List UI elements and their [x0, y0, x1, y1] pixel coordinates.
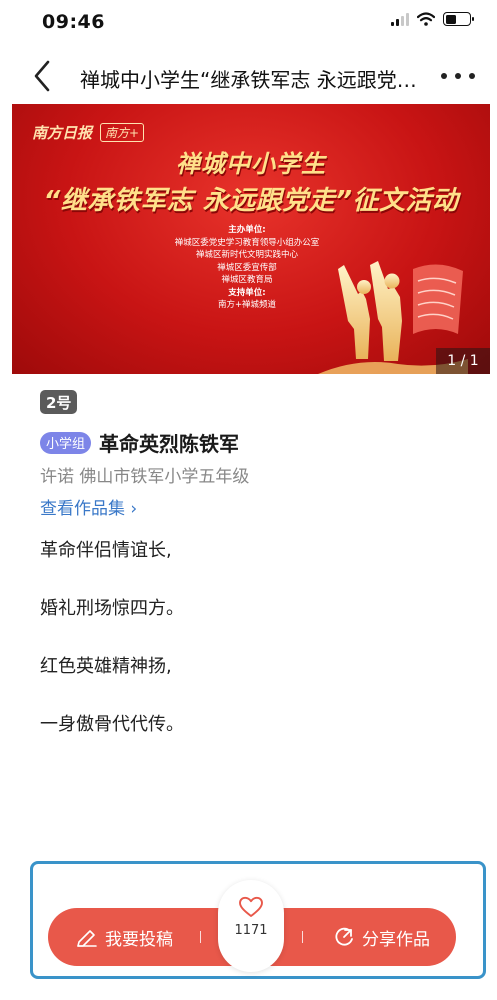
like-button[interactable]: 1171	[218, 880, 284, 972]
newspaper-logo: 南方日报	[32, 124, 93, 142]
banner-title-line1: 禅城中小学生	[176, 150, 326, 178]
more-button[interactable]	[441, 64, 475, 88]
battery-icon	[443, 12, 474, 26]
status-time: 09:46	[42, 11, 105, 33]
share-work-button[interactable]: 分享作品	[333, 908, 430, 966]
page-title: 禅城中小学生“继承铁军志 永远跟党走”征文活动	[80, 68, 435, 92]
signal-icon	[391, 12, 409, 26]
more-dots-icon	[441, 73, 447, 79]
banner-image[interactable]: 南方日报 南方+ 禅城中小学生 “继承铁军志 永远跟党走”征文活动 主办单位: …	[12, 104, 490, 374]
group-tag: 小学组	[40, 431, 92, 454]
image-page-indicator: 1 / 1	[436, 348, 490, 374]
chevron-left-icon	[34, 60, 50, 92]
poem-line: 婚礼刑场惊四方。	[40, 598, 184, 619]
author-info: 许诺 佛山市铁军小学五年级	[40, 467, 250, 487]
banner-logo: 南方日报 南方+	[32, 122, 145, 143]
submit-entry-label: 我要投稿	[105, 929, 173, 950]
status-bar: 09:46	[0, 0, 497, 44]
entry-title-row: 小学组 革命英烈陈铁军	[40, 428, 239, 457]
banner-info-line: 禅城区委党史学习教育领导小组办公室	[174, 237, 320, 248]
poem-line: 革命伴侣情谊长,	[40, 540, 172, 561]
heart-icon	[239, 896, 263, 917]
poem-line: 一身傲骨代代传。	[40, 714, 184, 735]
app-logo: 南方+	[100, 123, 145, 142]
like-count: 1171	[234, 923, 268, 938]
back-button[interactable]	[28, 58, 60, 94]
divider	[302, 931, 303, 943]
entry-number-badge: 2号	[40, 390, 78, 414]
work-title: 革命英烈陈铁军	[99, 432, 240, 456]
banner-info-line: 主办单位:	[228, 225, 266, 235]
share-icon	[335, 927, 353, 946]
poem-body: 革命伴侣情谊长, 婚礼刑场惊四方。 红色英雄精神扬, 一身傲骨代代传。	[40, 536, 184, 768]
divider	[200, 931, 201, 943]
status-icons	[391, 12, 474, 26]
submit-entry-button[interactable]: 我要投稿	[76, 908, 173, 966]
poem-line: 红色英雄精神扬,	[40, 656, 172, 677]
pen-icon	[77, 930, 97, 947]
wifi-icon	[417, 12, 435, 26]
share-work-label: 分享作品	[362, 929, 430, 950]
banner-title-line2: “继承铁军志 永远跟党走”征文活动	[43, 186, 459, 216]
view-collection-link[interactable]: 查看作品集 ›	[40, 494, 137, 519]
nav-bar: 禅城中小学生“继承铁军志 永远跟党走”征文活动	[0, 50, 497, 104]
